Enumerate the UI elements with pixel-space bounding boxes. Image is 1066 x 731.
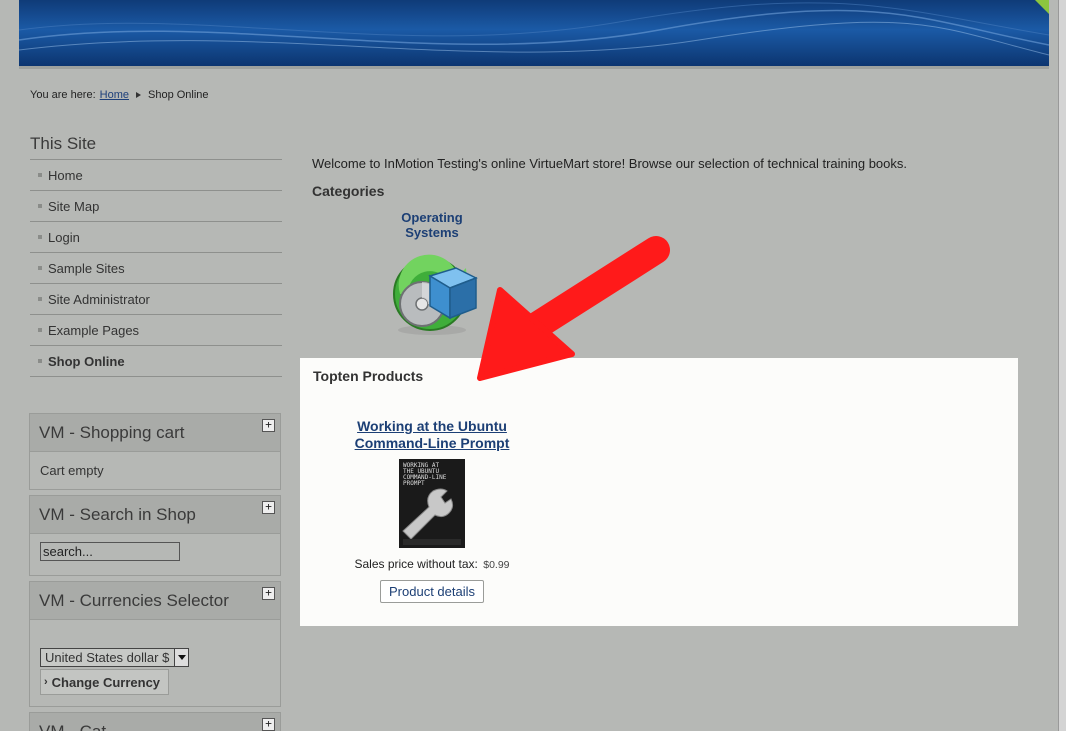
- sidebar: This Site Home Site Map Login Sample Sit…: [30, 130, 282, 377]
- module-header: VM - Currencies Selector +: [30, 582, 280, 620]
- sidebar-item-label: Sample Sites: [48, 260, 125, 276]
- search-module: VM - Search in Shop +: [29, 495, 281, 576]
- bullet-icon: [38, 359, 42, 363]
- sidebar-item-label: Home: [48, 167, 83, 183]
- bullet-icon: [38, 328, 42, 332]
- currency-selected-value: United States dollar $: [45, 650, 170, 665]
- sidebar-item-label: Shop Online: [48, 353, 125, 369]
- chevron-right-icon: ›: [44, 676, 48, 688]
- currency-module: VM - Currencies Selector + United States…: [29, 581, 281, 707]
- sidebar-item-label: Example Pages: [48, 322, 140, 338]
- sidebar-item-site-administrator[interactable]: Site Administrator: [30, 284, 282, 315]
- sidebar-item-site-map[interactable]: Site Map: [30, 191, 282, 222]
- sidebar-item-login[interactable]: Login: [30, 222, 282, 253]
- bullet-icon: [38, 204, 42, 208]
- expand-toggle-icon[interactable]: +: [262, 587, 275, 600]
- sidebar-title: This Site: [30, 130, 282, 160]
- banner-waves: [19, 2, 1049, 56]
- categories-module: VM - Cat +: [29, 712, 281, 731]
- sidebar-item-label: Site Administrator: [48, 291, 150, 307]
- sidebar-item-label: Site Map: [48, 198, 100, 214]
- shopping-cart-module: VM - Shopping cart + Cart empty: [29, 413, 281, 490]
- header-banner: [19, 0, 1049, 69]
- expand-toggle-icon[interactable]: +: [262, 501, 275, 514]
- scrollbar-edge: [1058, 0, 1066, 731]
- expand-toggle-icon[interactable]: +: [262, 419, 275, 432]
- sidebar-item-sample-sites[interactable]: Sample Sites: [30, 253, 282, 284]
- bullet-icon: [38, 235, 42, 239]
- product-details-button[interactable]: Product details: [380, 580, 484, 603]
- product-cover-image[interactable]: WORKING AT THE UBUNTU COMMAND-LINE PROMP…: [399, 459, 465, 548]
- breadcrumb-prefix: You are here:: [30, 89, 96, 101]
- product-price: Sales price without tax: $0.99: [330, 557, 534, 571]
- banner-accent: [1035, 0, 1049, 14]
- sidebar-item-home[interactable]: Home: [30, 160, 282, 191]
- categories-heading: Categories: [312, 183, 385, 199]
- sidebar-item-label: Login: [48, 229, 80, 245]
- module-title: VM - Currencies Selector: [39, 590, 229, 610]
- search-input[interactable]: [40, 542, 180, 561]
- chevron-down-icon[interactable]: [174, 649, 188, 666]
- change-currency-label: Change Currency: [51, 674, 161, 690]
- welcome-text: Welcome to InMotion Testing's online Vir…: [312, 156, 908, 171]
- product-card: Working at the Ubuntu Command-Line Promp…: [330, 418, 534, 603]
- bullet-icon: [38, 173, 42, 177]
- breadcrumb-current: Shop Online: [148, 89, 209, 101]
- expand-toggle-icon[interactable]: +: [262, 718, 275, 731]
- currency-body: United States dollar $ › Change Currency: [30, 620, 280, 703]
- product-title-link[interactable]: Working at the Ubuntu Command-Line Promp…: [330, 418, 534, 452]
- main-content: Welcome to InMotion Testing's online Vir…: [312, 150, 1018, 335]
- price-label: Sales price without tax:: [354, 557, 478, 571]
- sidebar-item-shop-online[interactable]: Shop Online: [30, 346, 282, 377]
- topten-heading: Topten Products: [313, 368, 424, 384]
- module-title: VM - Search in Shop: [39, 504, 196, 524]
- annotation-arrow-icon: [477, 236, 670, 381]
- module-title: VM - Shopping cart: [39, 422, 185, 442]
- module-header: VM - Cat +: [30, 713, 280, 731]
- change-currency-button[interactable]: › Change Currency: [40, 669, 170, 695]
- product-title-line1[interactable]: Working at the Ubuntu: [330, 418, 534, 435]
- sidebar-item-example-pages[interactable]: Example Pages: [30, 315, 282, 346]
- module-header: VM - Shopping cart +: [30, 414, 280, 452]
- search-body: [30, 534, 280, 569]
- module-header: VM - Search in Shop +: [30, 496, 280, 534]
- breadcrumb-arrow-icon: [136, 92, 141, 98]
- wrench-icon: [402, 488, 461, 545]
- module-title: VM - Cat: [39, 721, 107, 731]
- cart-status: Cart empty: [40, 463, 104, 478]
- product-title-line2[interactable]: Command-Line Prompt: [330, 435, 534, 452]
- breadcrumb: You are here: Home Shop Online: [30, 89, 209, 101]
- price-value: $0.99: [483, 559, 510, 571]
- topten-products-panel: Topten Products Working at the Ubuntu Co…: [300, 358, 1018, 626]
- bullet-icon: [38, 297, 42, 301]
- breadcrumb-home-link[interactable]: Home: [100, 89, 129, 101]
- bullet-icon: [38, 266, 42, 270]
- currency-select[interactable]: United States dollar $: [40, 648, 189, 667]
